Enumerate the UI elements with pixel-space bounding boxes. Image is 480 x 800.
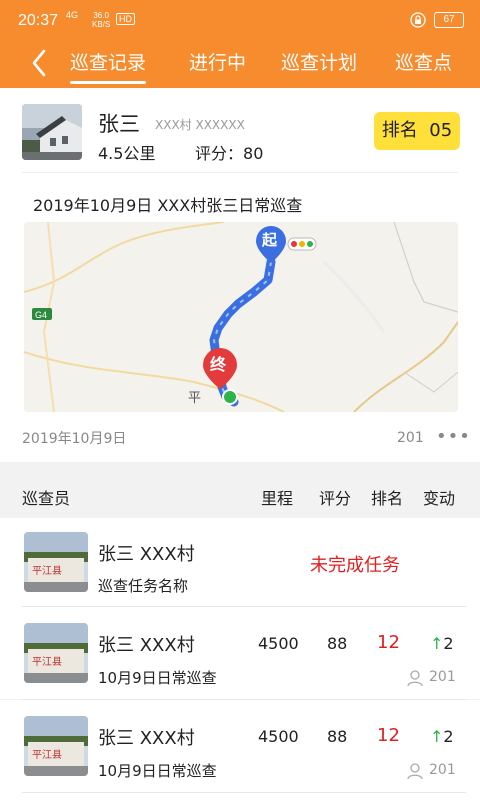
user-icon xyxy=(407,670,423,687)
speed-unit: KB/S xyxy=(92,20,111,29)
header-rank: 排名 xyxy=(371,489,404,508)
table-row[interactable]: 平江县 张三 XXX村 巡查任务名称 未完成任务 xyxy=(0,518,480,607)
arrow-up-icon: ↑ xyxy=(430,634,444,653)
status-bar: 20:37 4G 36.0 KB/S HD 67 xyxy=(0,0,480,38)
hd-icon: HD xyxy=(116,13,135,25)
summary-score: 评分：80 xyxy=(195,140,263,164)
svg-text:平江县: 平江县 xyxy=(32,749,62,761)
score-label: 评分： xyxy=(195,144,244,163)
rank-value: 05 xyxy=(429,120,453,141)
row-change: ↑2 xyxy=(430,634,454,653)
row-rank: 12 xyxy=(377,632,400,653)
score-value: 80 xyxy=(243,144,264,163)
header-inspector: 巡查员 xyxy=(22,489,71,508)
row-score: 88 xyxy=(327,727,348,746)
svg-text:平江县: 平江县 xyxy=(32,565,62,577)
back-arrow-icon[interactable] xyxy=(26,46,54,80)
app-header: 20:37 4G 36.0 KB/S HD 67 巡查记录 进行中 巡查计划 巡… xyxy=(0,0,480,88)
network-speed: 36.0 KB/S xyxy=(92,11,110,29)
map-road-label: G4 xyxy=(35,310,47,320)
rank-badge: 排名 05 xyxy=(374,112,460,150)
trip-title: 2019年10月9日 XXX村张三日常巡查 xyxy=(33,196,303,215)
header-change: 变动 xyxy=(423,489,456,508)
trip-views: 201 xyxy=(397,430,424,446)
start-marker-label: 起 xyxy=(261,231,278,249)
route-map[interactable]: G4 起 终 平 xyxy=(24,222,458,412)
rank-label: 排名 xyxy=(381,120,418,141)
tab-in-progress[interactable]: 进行中 xyxy=(189,48,246,75)
task-status: 未完成任务 xyxy=(310,555,400,576)
user-avatar xyxy=(22,104,82,160)
user-icon xyxy=(407,763,423,780)
trip-date: 2019年10月9日 xyxy=(22,431,127,447)
row-avatar: 平江县 xyxy=(24,532,88,592)
row-score: 88 xyxy=(327,634,348,653)
speed-value: 36.0 xyxy=(93,11,109,20)
row-name: 张三 XXX村 xyxy=(98,728,195,749)
row-views: 201 xyxy=(429,669,456,685)
summary-distance: 4.5公里 xyxy=(98,144,156,163)
tab-patrol-plan[interactable]: 巡查计划 xyxy=(281,48,357,75)
header-score: 评分 xyxy=(319,489,352,508)
row-avatar: 平江县 xyxy=(24,623,88,683)
row-distance: 4500 xyxy=(258,727,299,746)
nav-bar: 巡查记录 进行中 巡查计划 巡查点 xyxy=(0,38,480,88)
battery-icon: 67 xyxy=(434,12,464,28)
tab-patrol-points[interactable]: 巡查点 xyxy=(395,48,452,75)
map-place-label: 平 xyxy=(188,391,201,406)
more-options-icon[interactable]: ••• xyxy=(436,426,471,447)
traffic-light-icon xyxy=(287,237,317,251)
row-task: 巡查任务名称 xyxy=(98,577,189,595)
row-change-value: 2 xyxy=(443,634,454,653)
row-rank: 12 xyxy=(377,725,400,746)
arrow-up-icon: ↑ xyxy=(430,727,444,746)
summary-user-name: 张三 xyxy=(98,112,140,136)
divider xyxy=(22,172,458,173)
row-views: 201 xyxy=(429,762,456,778)
summary-village: XXX村 XXXXXX xyxy=(155,118,245,132)
row-avatar: 平江县 xyxy=(24,716,88,776)
divider xyxy=(22,792,466,793)
row-task: 10月9日日常巡查 xyxy=(98,669,217,687)
table-row[interactable]: 平江县 张三 XXX村 10月9日日常巡查 4500 88 12 ↑2 201 xyxy=(0,607,480,699)
network-indicator: 4G xyxy=(66,10,79,20)
lock-icon xyxy=(410,12,426,28)
end-marker-label: 终 xyxy=(210,355,227,374)
row-task: 10月9日日常巡查 xyxy=(98,762,217,780)
ranking-table-header: 巡查员 里程 评分 排名 变动 xyxy=(0,470,480,518)
tab-patrol-records[interactable]: 巡查记录 xyxy=(70,48,147,84)
row-change: ↑2 xyxy=(430,727,454,746)
table-row[interactable]: 平江县 张三 XXX村 10月9日日常巡查 4500 88 12 ↑2 201 xyxy=(0,700,480,800)
svg-text:平江县: 平江县 xyxy=(32,656,62,668)
row-change-value: 2 xyxy=(443,727,454,746)
row-distance: 4500 xyxy=(258,634,299,653)
row-name: 张三 XXX村 xyxy=(98,544,195,565)
header-distance: 里程 xyxy=(261,489,294,508)
status-time: 20:37 xyxy=(18,12,59,29)
row-name: 张三 XXX村 xyxy=(98,635,195,656)
